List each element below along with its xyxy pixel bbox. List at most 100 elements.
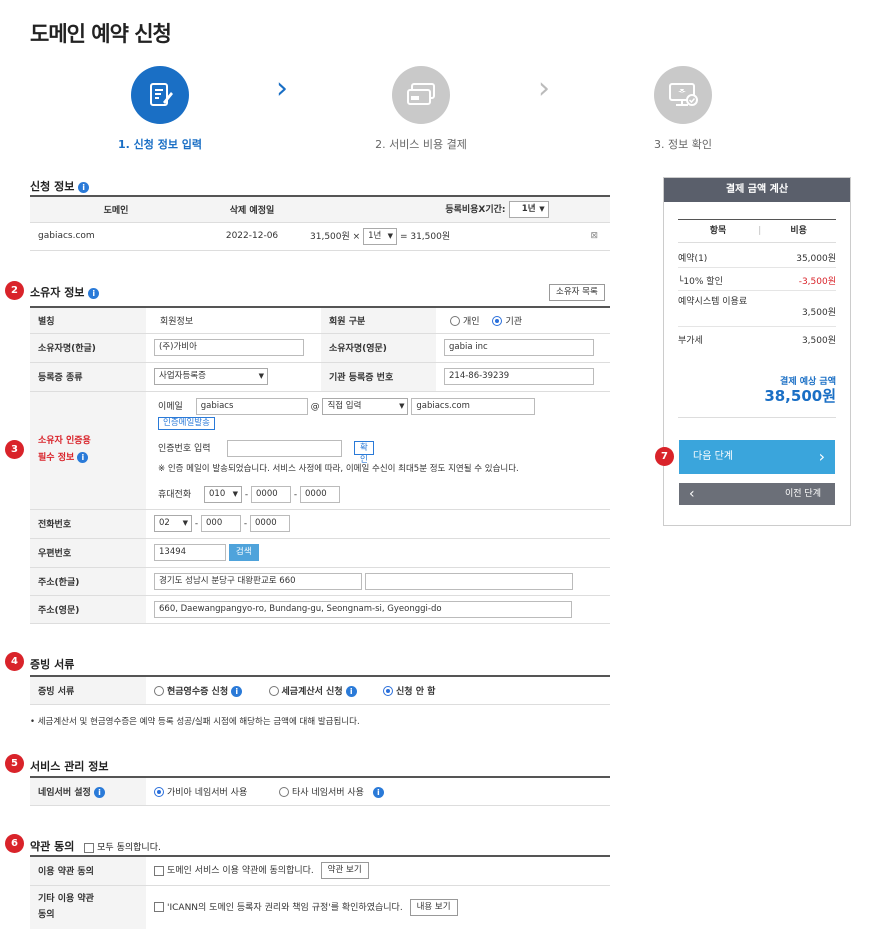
zip-input[interactable]: 13494	[154, 544, 226, 561]
step-3-label: 3. 정보 확인	[654, 138, 712, 151]
label-zip: 우편번호	[30, 538, 146, 568]
annotation-badge-2: 2	[5, 281, 24, 300]
email-domain-input[interactable]: gabiacs.com	[411, 397, 536, 415]
step-1-label: 1. 신청 정보 입력	[117, 138, 203, 151]
period-select[interactable]: 1년 ▼	[363, 227, 398, 245]
domain-cell: gabiacs.com	[30, 222, 202, 251]
radio-none[interactable]	[383, 686, 394, 697]
email-domain-select[interactable]: 직접 입력 ▼	[322, 397, 409, 415]
prev-step-button[interactable]: ‹ 이전 단계	[679, 483, 835, 505]
remove-icon[interactable]: ⊠	[590, 231, 598, 241]
label-nameserver: 네임서버 설정 i	[30, 777, 146, 806]
chevron-right-icon: ›	[538, 71, 550, 106]
annotation-badge-7: 7	[655, 447, 674, 466]
view-terms-button[interactable]: 약관 보기	[320, 862, 369, 880]
evidence-table: 증빙 서류 현금영수증 신청 i 세금계산서 신청 i 신청 안 함	[30, 675, 610, 705]
terms-2-cell: 'ICANN의 도메인 등록자 권리와 책임 규정'를 확인하였습니다. 내용 …	[146, 885, 610, 929]
owner-list-button[interactable]: 소유자 목록	[549, 284, 605, 301]
name-kr-input[interactable]: (주)가비아	[154, 339, 304, 356]
header-period-select[interactable]: 1년 ▼	[508, 200, 549, 218]
send-auth-email-button[interactable]: 인증메일발송	[158, 416, 215, 430]
auth-code-input[interactable]	[227, 439, 343, 457]
radio-tax-invoice[interactable]	[268, 686, 279, 697]
next-step-button[interactable]: 다음 단계 ›	[679, 440, 835, 474]
estimate-value: 38,500원	[764, 387, 836, 405]
view-content-button[interactable]: 내용 보기	[409, 898, 458, 916]
credit-card-icon	[392, 66, 450, 124]
section-title-evidence: 증빙 서류	[30, 658, 75, 671]
radio-personal[interactable]	[450, 316, 460, 327]
info-icon[interactable]: i	[345, 685, 357, 697]
info-icon[interactable]: i	[372, 786, 384, 798]
alias-value: 회원정보	[146, 307, 321, 334]
label-addr-kr: 주소(한글)	[30, 567, 146, 596]
label-evidence: 증빙 서류	[30, 676, 146, 705]
auth-cell: 이메일 gabiacs @ 직접 입력 ▼ gabiacs.com 인증메일발송 …	[146, 391, 610, 510]
terms-2-checkbox[interactable]	[154, 902, 164, 912]
info-icon[interactable]: i	[77, 452, 89, 463]
step-2: 2. 서비스 비용 결제	[341, 66, 501, 152]
label-cert-type: 등록증 종류	[30, 362, 146, 392]
application-table: 도메인 삭제 예정일 등록비용X기간: 1년 ▼ gabiacs.com 2022…	[30, 195, 610, 251]
col-header-delete-date: 삭제 예정일	[202, 196, 302, 223]
section-title-owner: 소유자 정보 i	[30, 284, 100, 300]
label-terms-1: 이용 약관 동의	[30, 856, 146, 886]
payment-summary-box: 결제 금액 계산 항목 | 비용 예약(1) 35,000원 └10% 할인 -3,…	[663, 177, 851, 526]
label-name-kr: 소유자명(한글)	[30, 333, 146, 363]
mobile-middle-input[interactable]: 0000	[251, 485, 291, 503]
agree-all-checkbox[interactable]	[84, 842, 95, 853]
payment-title: 결제 금액 계산	[664, 178, 850, 202]
radio-cash-receipt[interactable]	[154, 686, 164, 697]
phone-middle-input[interactable]: 000	[201, 515, 241, 532]
addr-en-input[interactable]: 660, Daewangpangyo-ro, Bundang-gu, Seong…	[154, 600, 572, 618]
annotation-badge-6: 6	[5, 834, 24, 853]
org-no-input[interactable]: 214-86-39239	[444, 368, 594, 385]
radio-org[interactable]	[492, 316, 503, 327]
phone-prefix-select[interactable]: 02 ▼	[154, 515, 192, 532]
service-table: 네임서버 설정 i 가비아 네임서버 사용 타사 네임서버 사용 i	[30, 776, 610, 806]
radio-other-ns[interactable]	[279, 787, 289, 798]
info-icon[interactable]: i	[93, 786, 105, 798]
nameserver-options: 가비아 네임서버 사용 타사 네임서버 사용 i	[146, 777, 610, 806]
info-icon[interactable]: i	[88, 287, 100, 299]
mobile-row: 휴대전화 010 ▼ - 0000 - 0000	[158, 485, 340, 503]
addr-kr-detail-input[interactable]	[364, 572, 573, 590]
mobile-prefix-select[interactable]: 010 ▼	[204, 485, 242, 503]
section-title-application: 신청 정보 i	[30, 178, 90, 194]
step-1: 1. 신청 정보 입력	[80, 66, 240, 152]
auth-code-confirm-button[interactable]: 확인	[354, 440, 374, 465]
delete-date-cell: 2022-12-06	[202, 222, 302, 251]
page-title: 도메인 예약 신청	[30, 22, 172, 46]
terms-1-checkbox[interactable]	[154, 865, 164, 876]
label-terms-2: 기타 이용 약관 동의	[30, 885, 146, 929]
step-3: 3. 정보 확인	[603, 66, 763, 152]
zip-search-button[interactable]: 검색	[228, 544, 259, 561]
annotation-badge-3: 3	[5, 440, 24, 459]
section-title-terms: 약관 동의 모두 동의합니다.	[30, 840, 161, 853]
monitor-check-icon	[654, 66, 712, 124]
fee-cell: 31,500원 × 1년 ▼ = 31,500원 ⊠	[302, 222, 610, 251]
payment-row: 예약시스템 이용료 3,500원	[678, 291, 836, 327]
label-name-en: 소유자명(영문)	[321, 333, 436, 363]
evidence-options: 현금영수증 신청 i 세금계산서 신청 i 신청 안 함	[146, 676, 610, 705]
addr-kr-input[interactable]: 경기도 성남시 분당구 대왕판교로 660	[154, 572, 362, 590]
mobile-last-input[interactable]: 0000	[300, 485, 340, 503]
chevron-right-icon: ›	[276, 71, 288, 106]
evidence-note: • 세금계산서 및 현금영수증은 예약 등록 성공/실패 시점에 해당하는 금액…	[30, 717, 360, 727]
info-icon[interactable]: i	[231, 685, 243, 697]
edit-document-icon	[131, 66, 189, 124]
terms-table: 이용 약관 동의 도메인 서비스 이용 약관에 동의합니다. 약관 보기 기타 …	[30, 855, 610, 929]
cert-type-select[interactable]: 사업자등록증 ▼	[154, 368, 268, 385]
name-en-input[interactable]: gabia inc	[444, 339, 594, 356]
annotation-badge-5: 5	[5, 754, 24, 773]
auth-note: ※ 인증 메일이 발송되었습니다. 서비스 사정에 따라, 이메일 수신이 최대…	[158, 463, 519, 474]
phone-last-input[interactable]: 0000	[250, 515, 290, 532]
email-user-input[interactable]: gabiacs	[195, 397, 308, 415]
label-addr-en: 주소(영문)	[30, 595, 146, 624]
owner-table: 별칭 회원정보 회원 구분 개인 기관 소유자명(한글) (주)가비아 소유자명…	[30, 306, 610, 624]
info-icon[interactable]: i	[78, 181, 90, 193]
radio-gabia-ns[interactable]	[154, 787, 164, 798]
label-phone: 전화번호	[30, 509, 146, 539]
annotation-badge-4: 4	[5, 652, 24, 671]
email-row: 이메일 gabiacs @ 직접 입력 ▼ gabiacs.com	[158, 397, 536, 415]
